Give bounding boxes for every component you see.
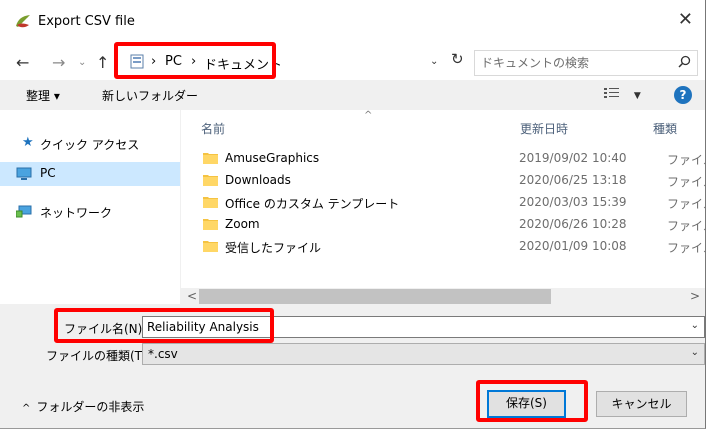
cancel-button[interactable]: キャンセル [596,391,687,417]
organize-button[interactable]: 整理 ▾ [26,87,60,104]
sort-ascending-icon: ^ [364,110,373,121]
file-modified: 2019/09/02 10:40 [519,151,627,165]
navigation-pane: ★ クイック アクセス PC ネットワーク [0,110,180,304]
filename-label: ファイル名(N): [64,322,147,336]
folder-icon [203,153,218,164]
search-box[interactable] [474,50,698,76]
file-name: 受信したファイル [225,241,322,255]
file-type: ファイル [667,153,705,167]
breadcrumb[interactable]: › PC › ドキュメント [122,49,467,75]
scroll-left-icon[interactable]: < [187,289,197,303]
toolbar: 整理 ▾ 新しいフォルダー ▼ ? [0,80,705,110]
pc-location-icon [130,54,144,69]
export-csv-dialog: Export CSV file ✕ ← → ⌄ ↑ › PC › ドキュメント … [0,0,706,429]
column-header-modified[interactable]: 更新日時 [520,120,568,137]
breadcrumb-separator: › [191,54,197,69]
scrollbar-thumb[interactable] [199,289,551,304]
network-icon [16,205,32,218]
address-bar: ← → ⌄ ↑ › PC › ドキュメント ⌄ ↻ [0,44,705,80]
list-item[interactable]: Office のカスタム テンプレート 2020/03/03 15:39 ファイ… [199,192,705,214]
new-folder-button[interactable]: 新しいフォルダー [102,87,198,104]
filetype-select[interactable]: *.csv ⌄ [142,343,705,365]
view-dropdown-chevron-icon: ▼ [633,91,641,101]
search-icon[interactable] [678,55,691,68]
filetype-value: *.csv [148,347,178,361]
close-button[interactable]: ✕ [678,9,693,30]
view-options-button[interactable]: ▼ [604,87,641,101]
filename-field[interactable] [147,318,677,336]
hide-folders-toggle[interactable]: ^ フォルダーの非表示 [22,398,144,415]
column-header-name[interactable]: 名前 [201,120,225,137]
breadcrumb-documents[interactable]: ドキュメント [204,54,282,73]
nav-item-network[interactable]: ネットワーク [0,200,180,224]
horizontal-scrollbar[interactable]: < > [181,288,705,305]
list-item[interactable]: 受信したファイル 2020/01/09 10:08 ファイル [199,236,705,258]
file-modified: 2020/06/26 10:28 [519,217,627,231]
address-dropdown-chevron-icon[interactable]: ⌄ [430,56,438,67]
forward-button[interactable]: → [52,53,65,72]
save-button[interactable]: 保存(S) [487,390,566,418]
file-name: AmuseGraphics [225,151,320,165]
up-button[interactable]: ↑ [96,53,109,72]
window-title: Export CSV file [38,14,135,29]
star-icon: ★ [22,135,34,150]
app-icon [16,15,30,28]
list-item[interactable]: Downloads 2020/06/25 13:18 ファイル [199,170,705,192]
folder-icon [203,241,218,252]
chevron-down-icon[interactable]: ⌄ [691,347,699,358]
file-list: ^ 名前 更新日時 種類 AmuseGraphics 2019/09/02 10… [181,110,705,288]
column-header-type[interactable]: 種類 [653,120,677,137]
folder-icon [203,219,218,230]
help-button[interactable]: ? [674,86,692,104]
file-name: Downloads [225,173,291,187]
file-name: Zoom [225,217,260,231]
file-modified: 2020/06/25 13:18 [519,173,627,187]
pc-icon [16,167,32,180]
folder-icon [203,197,218,208]
file-name: Office のカスタム テンプレート [225,197,400,211]
back-button[interactable]: ← [16,53,29,72]
chevron-down-icon[interactable]: ⌄ [691,320,699,331]
nav-item-pc[interactable]: PC [0,162,180,186]
search-input[interactable] [481,54,661,72]
title-bar: Export CSV file ✕ [0,0,705,44]
filetype-label: ファイルの種類(T): [46,349,151,363]
recent-locations-chevron-icon[interactable]: ⌄ [78,57,86,68]
file-type: ファイル [667,197,705,211]
view-list-icon [604,88,619,98]
nav-item-label: PC [40,166,56,180]
file-type: ファイル [667,175,705,189]
nav-item-quick-access[interactable]: ★ クイック アクセス [0,132,180,156]
breadcrumb-separator: › [151,54,157,69]
nav-item-label: ネットワーク [40,206,113,220]
breadcrumb-pc[interactable]: PC [165,54,182,69]
list-item[interactable]: Zoom 2020/06/26 10:28 ファイル [199,214,705,236]
scroll-right-icon[interactable]: > [690,289,700,303]
hide-folders-label: フォルダーの非表示 [36,400,145,414]
list-item[interactable]: AmuseGraphics 2019/09/02 10:40 ファイル [199,148,705,170]
nav-item-label: クイック アクセス [40,138,140,152]
refresh-button[interactable]: ↻ [451,50,464,68]
file-modified: 2020/03/03 15:39 [519,195,627,209]
file-modified: 2020/01/09 10:08 [519,239,627,253]
file-type: ファイル [667,241,705,255]
file-type: ファイル [667,219,705,233]
folder-icon [203,175,218,186]
filename-combo[interactable]: ⌄ [142,316,705,338]
chevron-up-icon: ^ [22,403,31,414]
